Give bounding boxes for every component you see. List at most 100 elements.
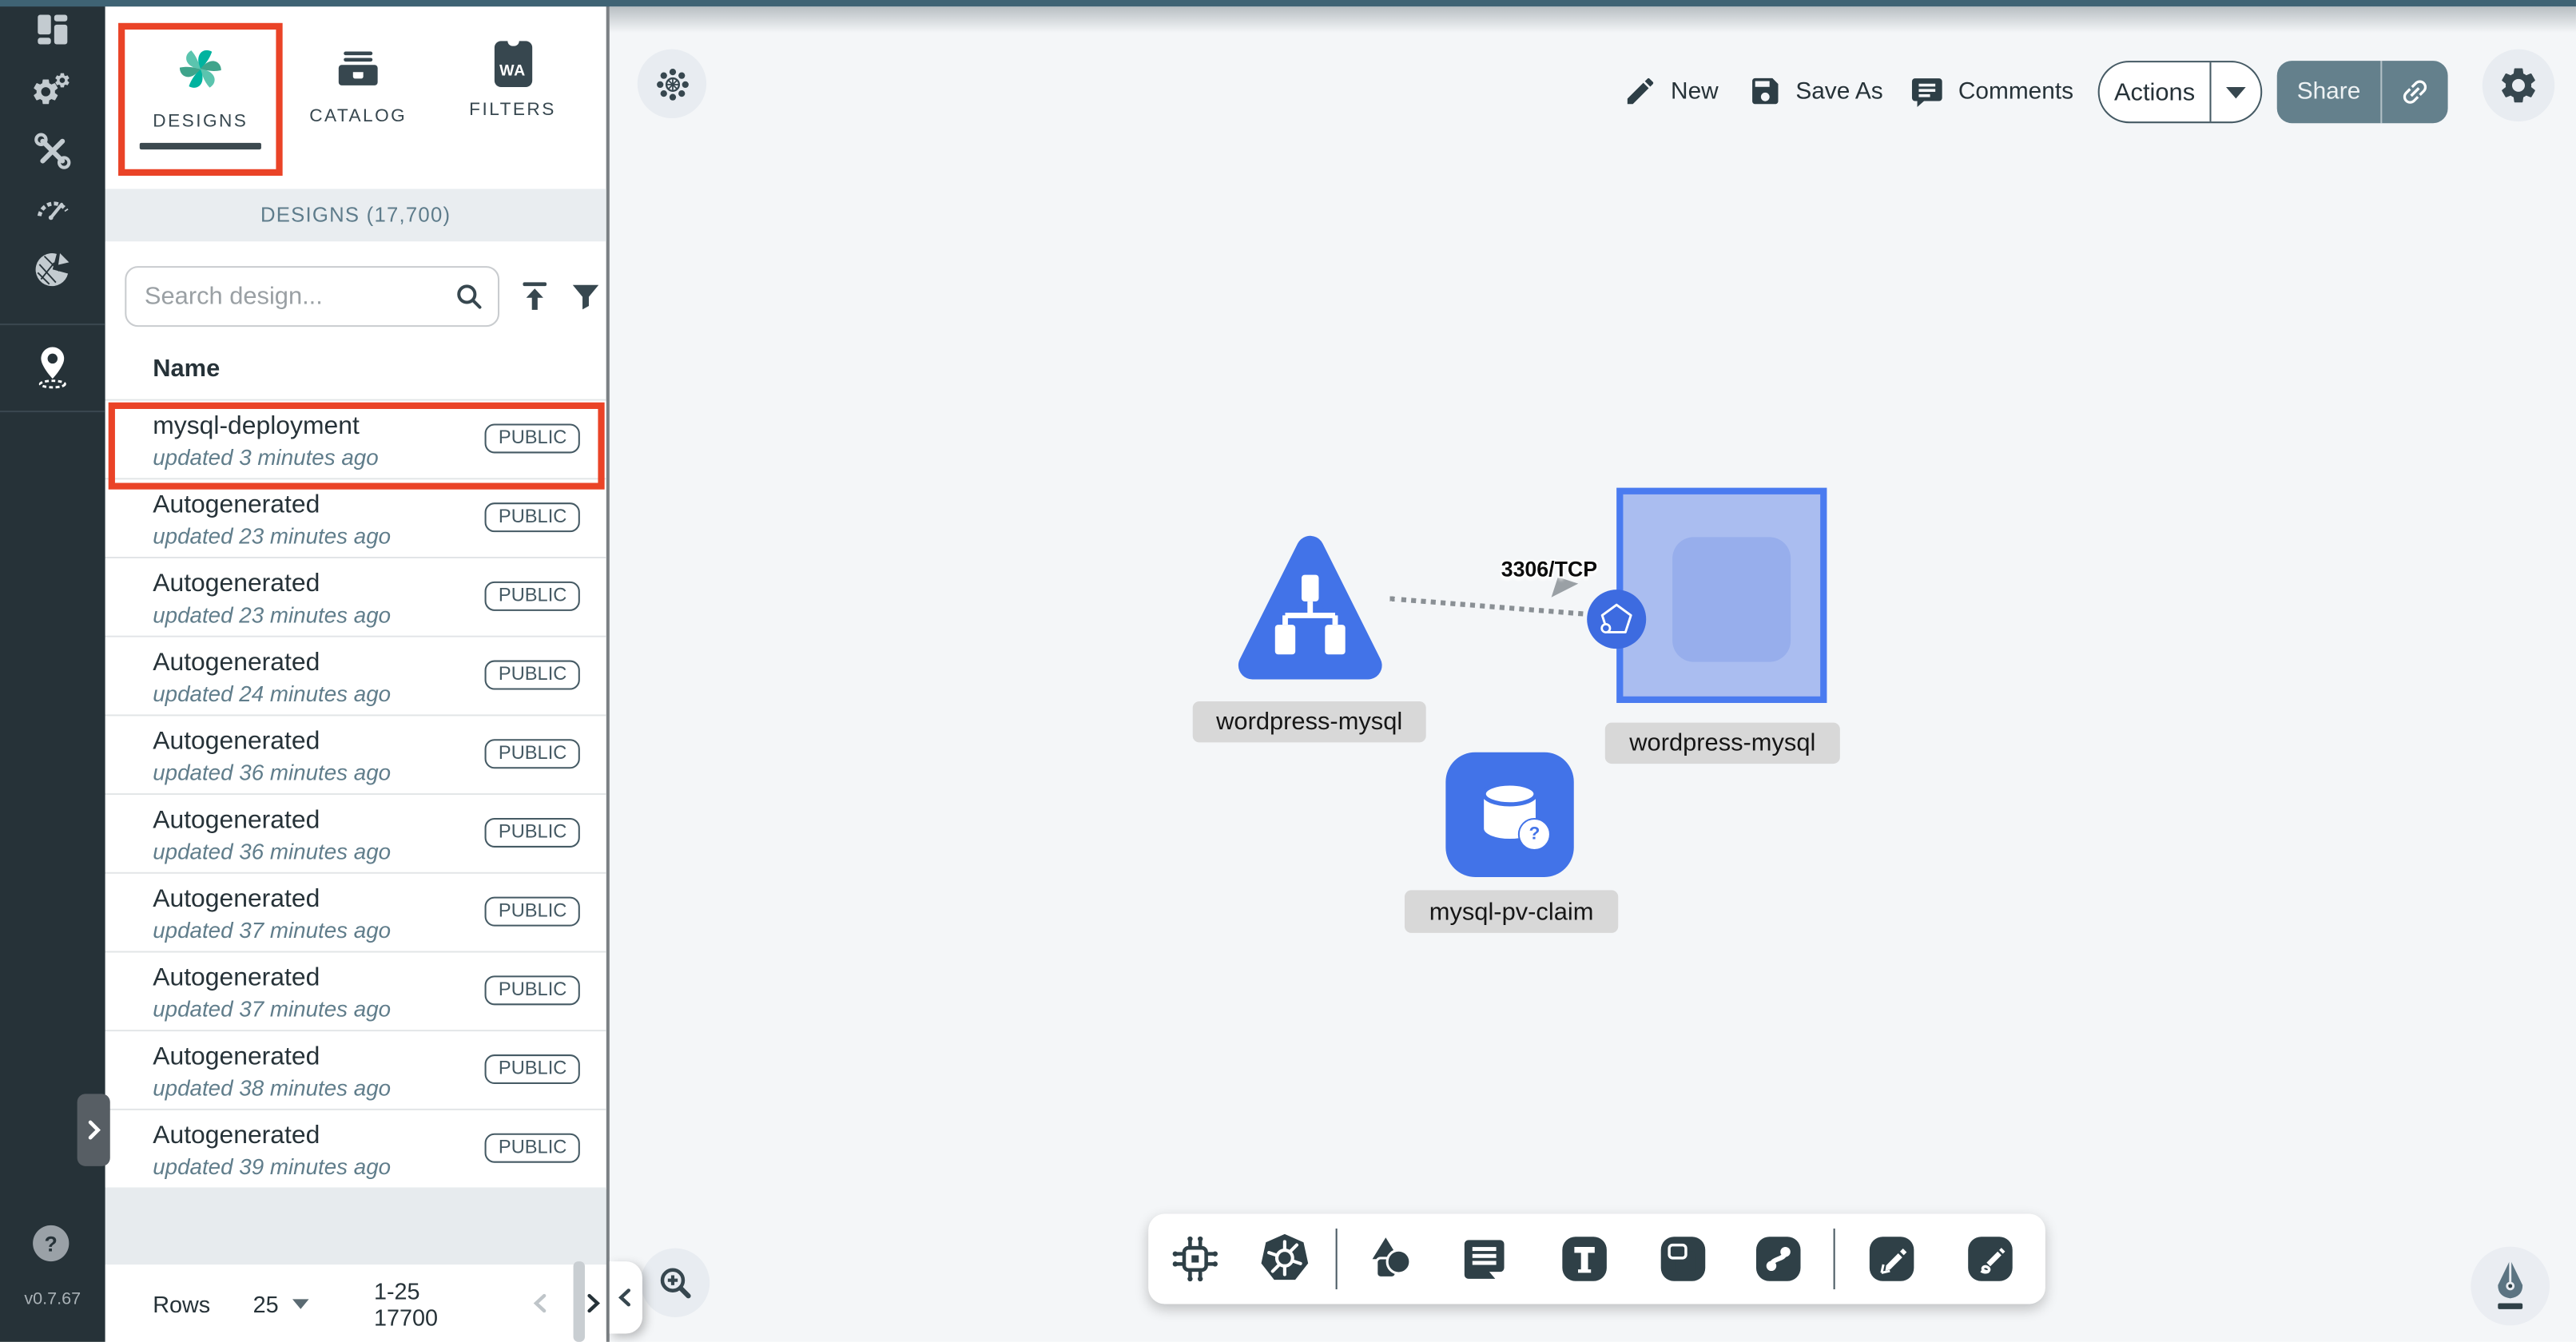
search-input[interactable] (125, 266, 499, 327)
lifecycle-gears-icon[interactable] (33, 72, 72, 111)
design-list-item[interactable]: Autogenerated updated 36 minutes ago PUB… (105, 795, 606, 874)
design-list-item[interactable]: Autogenerated updated 37 minutes ago PUB… (105, 953, 606, 1032)
wasm-filter-icon-text: WA (499, 62, 526, 81)
service-node[interactable] (1232, 529, 1388, 683)
sidebar-expand-button[interactable] (78, 1094, 110, 1165)
active-tab-underline (140, 143, 261, 149)
pvc-node[interactable]: ? (1445, 752, 1573, 877)
kubernetes-button[interactable] (1257, 1230, 1313, 1286)
shapes-button[interactable] (1362, 1230, 1418, 1286)
design-list-item[interactable]: Autogenerated updated 39 minutes ago PUB… (105, 1110, 606, 1189)
help-button[interactable]: ? (33, 1225, 69, 1261)
tab-catalog[interactable]: CATALOG (286, 23, 431, 197)
chevron-down-icon (292, 1298, 308, 1308)
wasm-filter-icon: WA (494, 41, 531, 87)
edge-port-label[interactable]: 3306/TCP (1484, 557, 1615, 582)
text-tool-button[interactable] (1556, 1230, 1612, 1286)
tab-filters[interactable]: WA FILTERS (440, 23, 585, 194)
link-tool-button[interactable] (1750, 1230, 1806, 1286)
panel-header: DESIGNS (17,700) (105, 189, 606, 241)
shapes-icon (1366, 1233, 1415, 1283)
panel-scrollbar-thumb[interactable] (574, 1261, 585, 1342)
zoom-in-fab[interactable] (641, 1249, 710, 1317)
design-list-item[interactable]: Autogenerated updated 23 minutes ago PUB… (105, 479, 606, 558)
zoom-in-icon (655, 1263, 694, 1302)
help-label: ? (45, 1231, 58, 1256)
design-list-item[interactable]: Autogenerated updated 38 minutes ago PUB… (105, 1031, 606, 1110)
design-list-item[interactable]: Autogenerated updated 24 minutes ago PUB… (105, 637, 606, 717)
performance-speedometer-icon[interactable] (33, 189, 72, 228)
annotate-pen-icon (1869, 1236, 1914, 1280)
previous-page-button[interactable] (527, 1289, 555, 1317)
kubernetes-icon (1258, 1232, 1311, 1284)
tab-designs[interactable]: DESIGNS (118, 23, 283, 193)
mesh-network-fab[interactable] (638, 50, 706, 118)
rows-per-page-value: 25 (253, 1290, 279, 1316)
design-list: mysql-deployment updated 3 minutes ago P… (105, 399, 606, 1189)
visibility-badge: PUBLIC (485, 582, 579, 611)
save-icon (1748, 74, 1783, 109)
components-button[interactable] (1167, 1230, 1222, 1286)
doodle-tool-button[interactable] (1962, 1230, 2017, 1286)
publish-icon[interactable] (516, 277, 554, 315)
chevron-down-icon (2226, 86, 2246, 97)
kanvas-pin-icon[interactable] (30, 343, 76, 390)
note-icon (1660, 1236, 1705, 1280)
settings-fab[interactable] (2483, 50, 2554, 121)
pencil-icon (1623, 74, 1657, 109)
design-list-item[interactable]: mysql-deployment updated 3 minutes ago P… (105, 401, 606, 480)
pentagon-pod-icon (1592, 594, 1641, 644)
design-list-item[interactable]: Autogenerated updated 37 minutes ago PUB… (105, 874, 606, 953)
question-badge: ? (1518, 818, 1551, 851)
panel-collapse-button[interactable] (610, 1261, 642, 1333)
comment-icon (1460, 1234, 1508, 1282)
share-button[interactable]: Share (2277, 61, 2448, 123)
visibility-badge: PUBLIC (485, 423, 579, 453)
pagination-range: 1-25 17700 (374, 1277, 478, 1330)
tab-catalog-label: CATALOG (309, 107, 407, 127)
list-end-band (105, 1188, 606, 1265)
meshery-logo-icon (171, 39, 230, 98)
pod-shape[interactable] (1672, 537, 1791, 661)
extensions-icon[interactable] (33, 250, 72, 289)
edge-line[interactable] (1389, 596, 1583, 616)
design-list-item[interactable]: Autogenerated updated 36 minutes ago PUB… (105, 716, 606, 795)
rows-per-page-select[interactable]: 25 (253, 1290, 308, 1316)
text-icon (1561, 1236, 1606, 1280)
actions-dropdown-button[interactable] (2212, 62, 2261, 121)
design-list-item[interactable]: Autogenerated updated 23 minutes ago PUB… (105, 558, 606, 637)
search-box (125, 266, 499, 327)
new-button[interactable]: New (1623, 74, 1718, 109)
comments-button[interactable]: Comments (1909, 74, 2073, 110)
comment-tool-button[interactable] (1456, 1230, 1512, 1286)
dock-divider (1834, 1229, 1835, 1289)
visibility-badge: PUBLIC (485, 1054, 579, 1084)
deployment-node[interactable] (1616, 488, 1827, 703)
link-icon (2391, 69, 2438, 115)
configuration-tools-icon[interactable] (33, 131, 72, 170)
filter-funnel-icon[interactable] (568, 280, 602, 314)
pen-nib-icon (2471, 1247, 2550, 1326)
actions-button[interactable]: Actions (2098, 61, 2263, 123)
meshery-kanvas-app: ? v0.7.67 DESIGNS (0, 0, 2576, 1342)
comment-icon (1909, 74, 1945, 110)
annotate-tool-button[interactable] (1863, 1230, 1919, 1286)
pvc-node-label[interactable]: mysql-pv-claim (1405, 890, 1618, 932)
navigation-sidebar: ? v0.7.67 (0, 0, 105, 1342)
save-as-label: Save As (1795, 78, 1882, 105)
deployment-node-label[interactable]: wordpress-mysql (1605, 723, 1840, 764)
dashboard-icon[interactable] (33, 10, 72, 49)
save-as-button[interactable]: Save As (1748, 74, 1883, 109)
chevron-left-icon (527, 1289, 555, 1317)
copy-link-button[interactable] (2382, 61, 2447, 123)
sidebar-divider (0, 411, 105, 412)
note-tool-button[interactable] (1654, 1230, 1710, 1286)
service-node-label[interactable]: wordpress-mysql (1193, 701, 1426, 742)
dock-divider (1336, 1229, 1338, 1289)
version-text: v0.7.67 (0, 1289, 105, 1309)
pen-nib-fab[interactable] (2471, 1247, 2550, 1326)
pod-badge[interactable] (1587, 590, 1646, 649)
share-label: Share (2277, 61, 2381, 123)
comments-label: Comments (1958, 79, 2073, 105)
design-canvas[interactable]: New Save As Comments Actions (610, 6, 2576, 1342)
